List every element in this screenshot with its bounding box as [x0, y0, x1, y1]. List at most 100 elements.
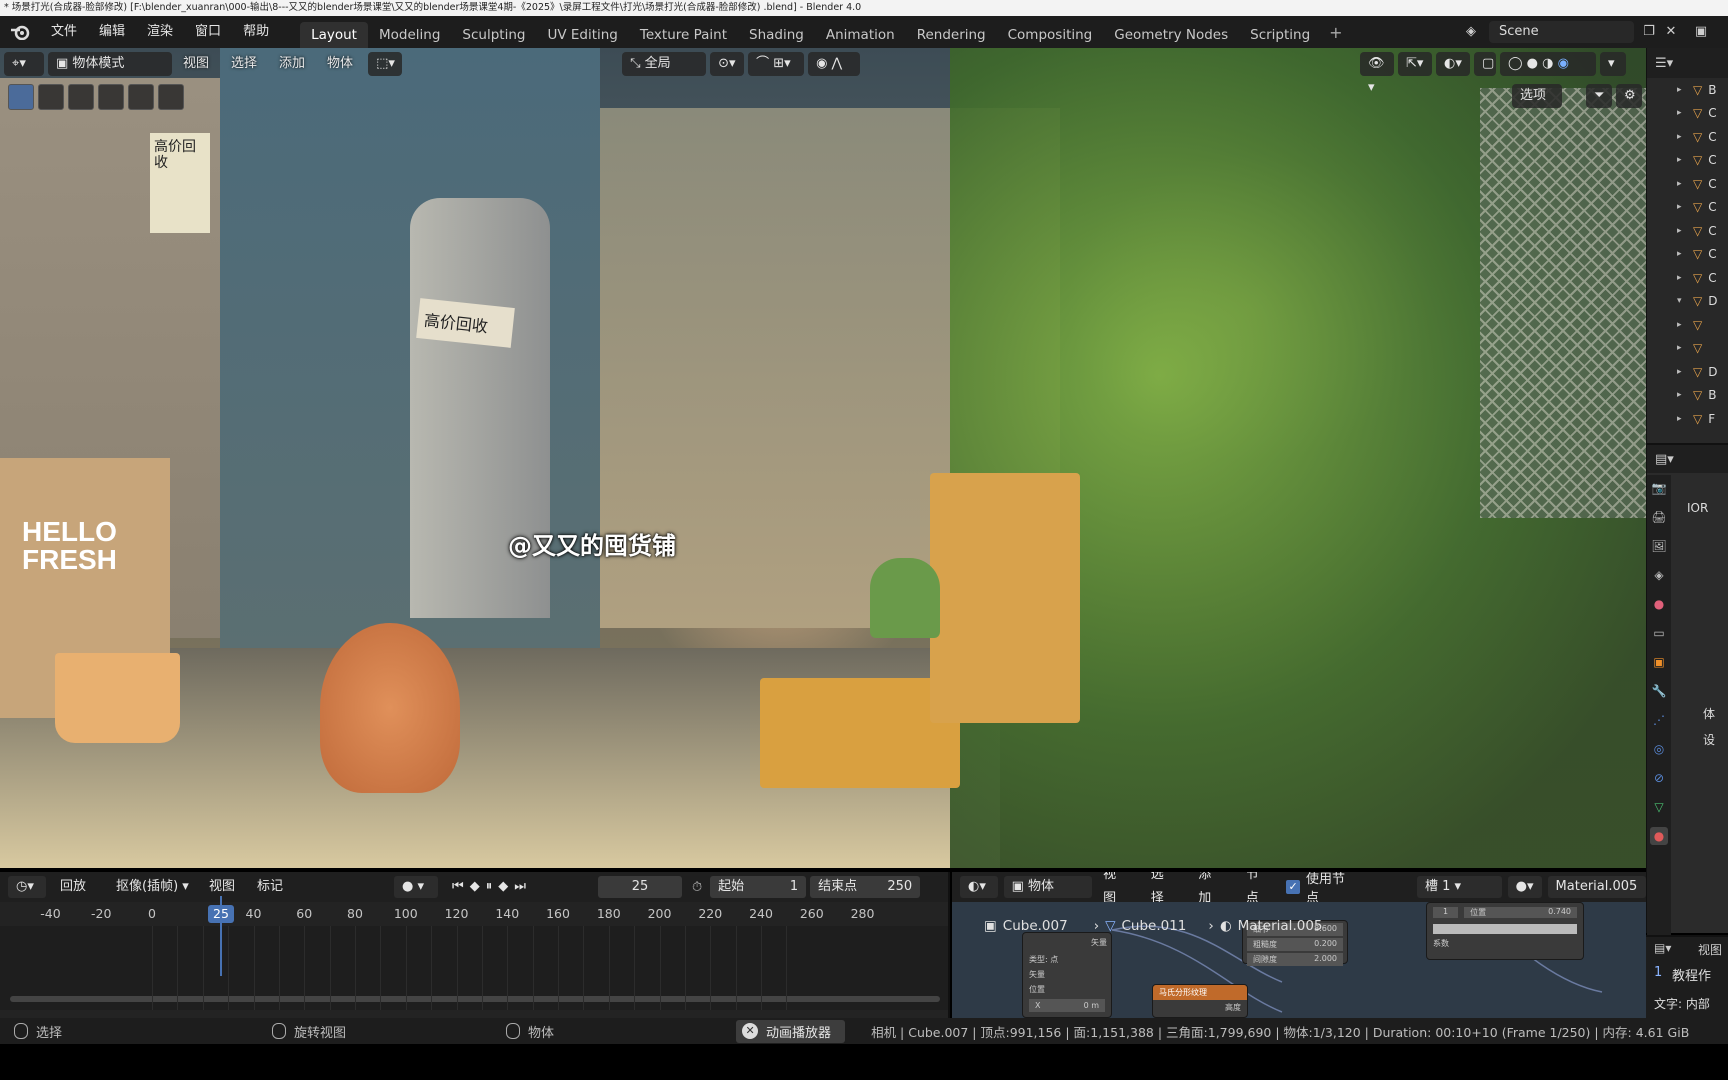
pivot-icon[interactable]: ⊙▾ — [710, 52, 745, 76]
tab-modeling[interactable]: Modeling — [368, 22, 451, 48]
expand-arrow-icon[interactable]: ▸ — [1677, 273, 1687, 283]
outliner-editor-icon[interactable]: ☰▾ — [1655, 56, 1673, 71]
close-scene-icon[interactable]: ✕ — [1660, 21, 1682, 43]
vector-node[interactable]: 矢量 类型: 点 矢量 位置 X 0 m — [1022, 932, 1112, 1018]
output-tab-icon[interactable]: 🖨 — [1650, 508, 1668, 526]
outliner-row[interactable]: ▸ ▽ — [1647, 337, 1728, 361]
expand-arrow-icon[interactable]: ▸ — [1677, 367, 1687, 377]
timeline-view-menu[interactable]: 视图 — [198, 875, 246, 899]
shader-type-dropdown[interactable]: ▣ 物体 — [1003, 876, 1093, 898]
object-tab-icon[interactable]: ▣ — [1650, 653, 1668, 671]
timeline-editor-icon[interactable]: ◷▾ — [8, 876, 46, 898]
scene-selector[interactable]: Scene — [1489, 21, 1634, 43]
select-new-icon[interactable] — [38, 84, 64, 110]
particles-tab-icon[interactable]: ⋰ — [1650, 711, 1668, 729]
view-layer-tab-icon[interactable]: 🖼 — [1650, 537, 1668, 555]
add-workspace-icon[interactable]: + — [1321, 23, 1350, 42]
tab-rendering[interactable]: Rendering — [906, 22, 997, 48]
musgrave-node[interactable]: 马氏分形纹理 高度 — [1152, 984, 1248, 1018]
filter-icon[interactable]: ⏷ — [1586, 84, 1612, 108]
scene-icon[interactable]: ◈ — [1460, 21, 1482, 43]
menu-edit[interactable]: 编辑 — [88, 16, 136, 48]
outliner-row[interactable]: ▸ ▽ B — [1647, 78, 1728, 102]
scene-tab-icon[interactable]: ◈ — [1650, 566, 1668, 584]
end-frame-field[interactable]: 结束点 250 — [810, 876, 921, 898]
tab-sculpting[interactable]: Sculpting — [451, 22, 536, 48]
physics-tab-icon[interactable]: ◎ — [1650, 740, 1668, 758]
3d-viewport[interactable]: HELLO FRESH 高价回收 高价回收 ⌖▾ ▣ 物体模式 视图 选择 添加… — [0, 48, 1646, 868]
constraints-tab-icon[interactable]: ⊘ — [1650, 769, 1668, 787]
expand-arrow-icon[interactable]: ▸ — [1677, 343, 1687, 353]
editor-type-icon[interactable]: ⌖▾ — [4, 52, 44, 76]
select-subtract-icon[interactable] — [98, 84, 124, 110]
outliner-row[interactable]: ▸ ▽ C — [1647, 172, 1728, 196]
expand-arrow-icon[interactable]: ▸ — [1677, 179, 1687, 189]
text-content[interactable]: 教程作 — [1672, 965, 1711, 984]
menu-select[interactable]: 选择 — [220, 52, 268, 76]
material-browse-icon[interactable]: ●▾ — [1507, 876, 1542, 898]
vector-x-value[interactable]: 0 m — [1084, 1001, 1099, 1010]
menu-help[interactable]: 帮助 — [232, 16, 280, 48]
visibility-icon[interactable]: 👁▾ — [1360, 52, 1394, 95]
color-ramp-node[interactable]: 1 位置 0.740 系数 — [1426, 902, 1584, 960]
playback-menu[interactable]: 回放 ▾ — [52, 876, 102, 916]
expand-arrow-icon[interactable]: ▸ — [1677, 108, 1687, 118]
expand-arrow-icon[interactable]: ▸ — [1677, 132, 1687, 142]
expand-arrow-icon[interactable]: ▸ — [1677, 155, 1687, 165]
breadcrumb-object[interactable]: Cube.007 — [1003, 918, 1068, 934]
use-nodes-checkbox[interactable]: ✓ — [1286, 880, 1300, 894]
view-layer-icon[interactable]: ▣ — [1690, 21, 1712, 43]
options-dropdown[interactable]: 选项 — [1512, 84, 1562, 108]
material-slot-dropdown[interactable]: 槽 1 ▾ — [1417, 876, 1502, 898]
gizmo-icon[interactable]: ⇱▾ — [1398, 52, 1432, 76]
cancel-icon[interactable]: ✕ — [742, 1023, 759, 1039]
ramp-position-value[interactable]: 0.740 — [1548, 907, 1571, 918]
outliner-row[interactable]: ▸ ▽ C — [1647, 243, 1728, 267]
section-label-1[interactable]: 体 — [1703, 705, 1715, 722]
text-view-menu[interactable]: 视图 — [1698, 941, 1722, 958]
tab-layout[interactable]: Layout — [300, 22, 368, 48]
data-tab-icon[interactable]: ▽ — [1650, 798, 1668, 816]
tab-shading[interactable]: Shading — [738, 22, 815, 48]
shading-options-icon[interactable]: ▾ — [1600, 52, 1626, 76]
expand-arrow-icon[interactable]: ▸ — [1677, 390, 1687, 400]
material-tab-icon[interactable]: ● — [1650, 827, 1668, 845]
proportional-edit-icon[interactable]: ◉ ⋀ — [808, 52, 861, 76]
select-box-tool-icon[interactable] — [8, 84, 34, 110]
outliner-row[interactable]: ▾ ▽ D — [1647, 290, 1728, 314]
ramp-index[interactable]: 1 — [1433, 907, 1459, 918]
tab-geometry-nodes[interactable]: Geometry Nodes — [1103, 22, 1239, 48]
tab-uv-editing[interactable]: UV Editing — [536, 22, 628, 48]
outliner-row[interactable]: ▸ ▽ — [1647, 313, 1728, 337]
stopwatch-icon[interactable]: ⏱ — [692, 880, 702, 895]
select-invert-icon[interactable] — [128, 84, 154, 110]
gear-icon[interactable]: ⚙ — [1616, 84, 1642, 108]
properties-editor-icon[interactable]: ▤▾ — [1655, 452, 1674, 467]
menu-view[interactable]: 视图 — [172, 52, 220, 76]
animation-player-chip[interactable]: ✕ 动画播放器 — [736, 1019, 846, 1043]
tab-texture-paint[interactable]: Texture Paint — [629, 22, 738, 48]
expand-arrow-icon[interactable]: ▸ — [1677, 249, 1687, 259]
outliner-row[interactable]: ▸ ▽ F — [1647, 407, 1728, 431]
material-name-field[interactable]: Material.005 — [1547, 876, 1646, 898]
menu-object[interactable]: 物体 — [316, 52, 364, 76]
expand-arrow-icon[interactable]: ▸ — [1677, 202, 1687, 212]
select-intersect-icon[interactable] — [158, 84, 184, 110]
menu-render[interactable]: 渲染 — [136, 16, 184, 48]
lacunarity-value[interactable]: 2.000 — [1314, 954, 1337, 965]
frame-ruler[interactable]: 25 -40-200406080100120140160180200220240… — [0, 902, 948, 926]
overlay-icon[interactable]: ◐▾ — [1436, 52, 1470, 76]
playhead-line[interactable] — [220, 896, 222, 976]
shading-mode-icons[interactable]: ◯ ● ◑ ◉ — [1500, 52, 1596, 76]
snap-target-icon[interactable]: ⬚▾ — [368, 52, 403, 76]
outliner-row[interactable]: ▸ ▽ C — [1647, 266, 1728, 290]
keying-menu[interactable]: 抠像(插帧) ▾ — [108, 876, 198, 898]
start-frame-field[interactable]: 起始 1 — [710, 876, 807, 898]
blender-logo-icon[interactable] — [0, 16, 40, 48]
new-scene-icon[interactable]: ❐ — [1638, 21, 1660, 43]
timeline-scrollbar[interactable] — [10, 996, 940, 1002]
outliner-row[interactable]: ▸ ▽ B — [1647, 384, 1728, 408]
menu-add[interactable]: 添加 — [268, 52, 316, 76]
world-tab-icon[interactable]: ● — [1650, 595, 1668, 613]
ramp-color-swatch[interactable] — [1433, 924, 1577, 934]
